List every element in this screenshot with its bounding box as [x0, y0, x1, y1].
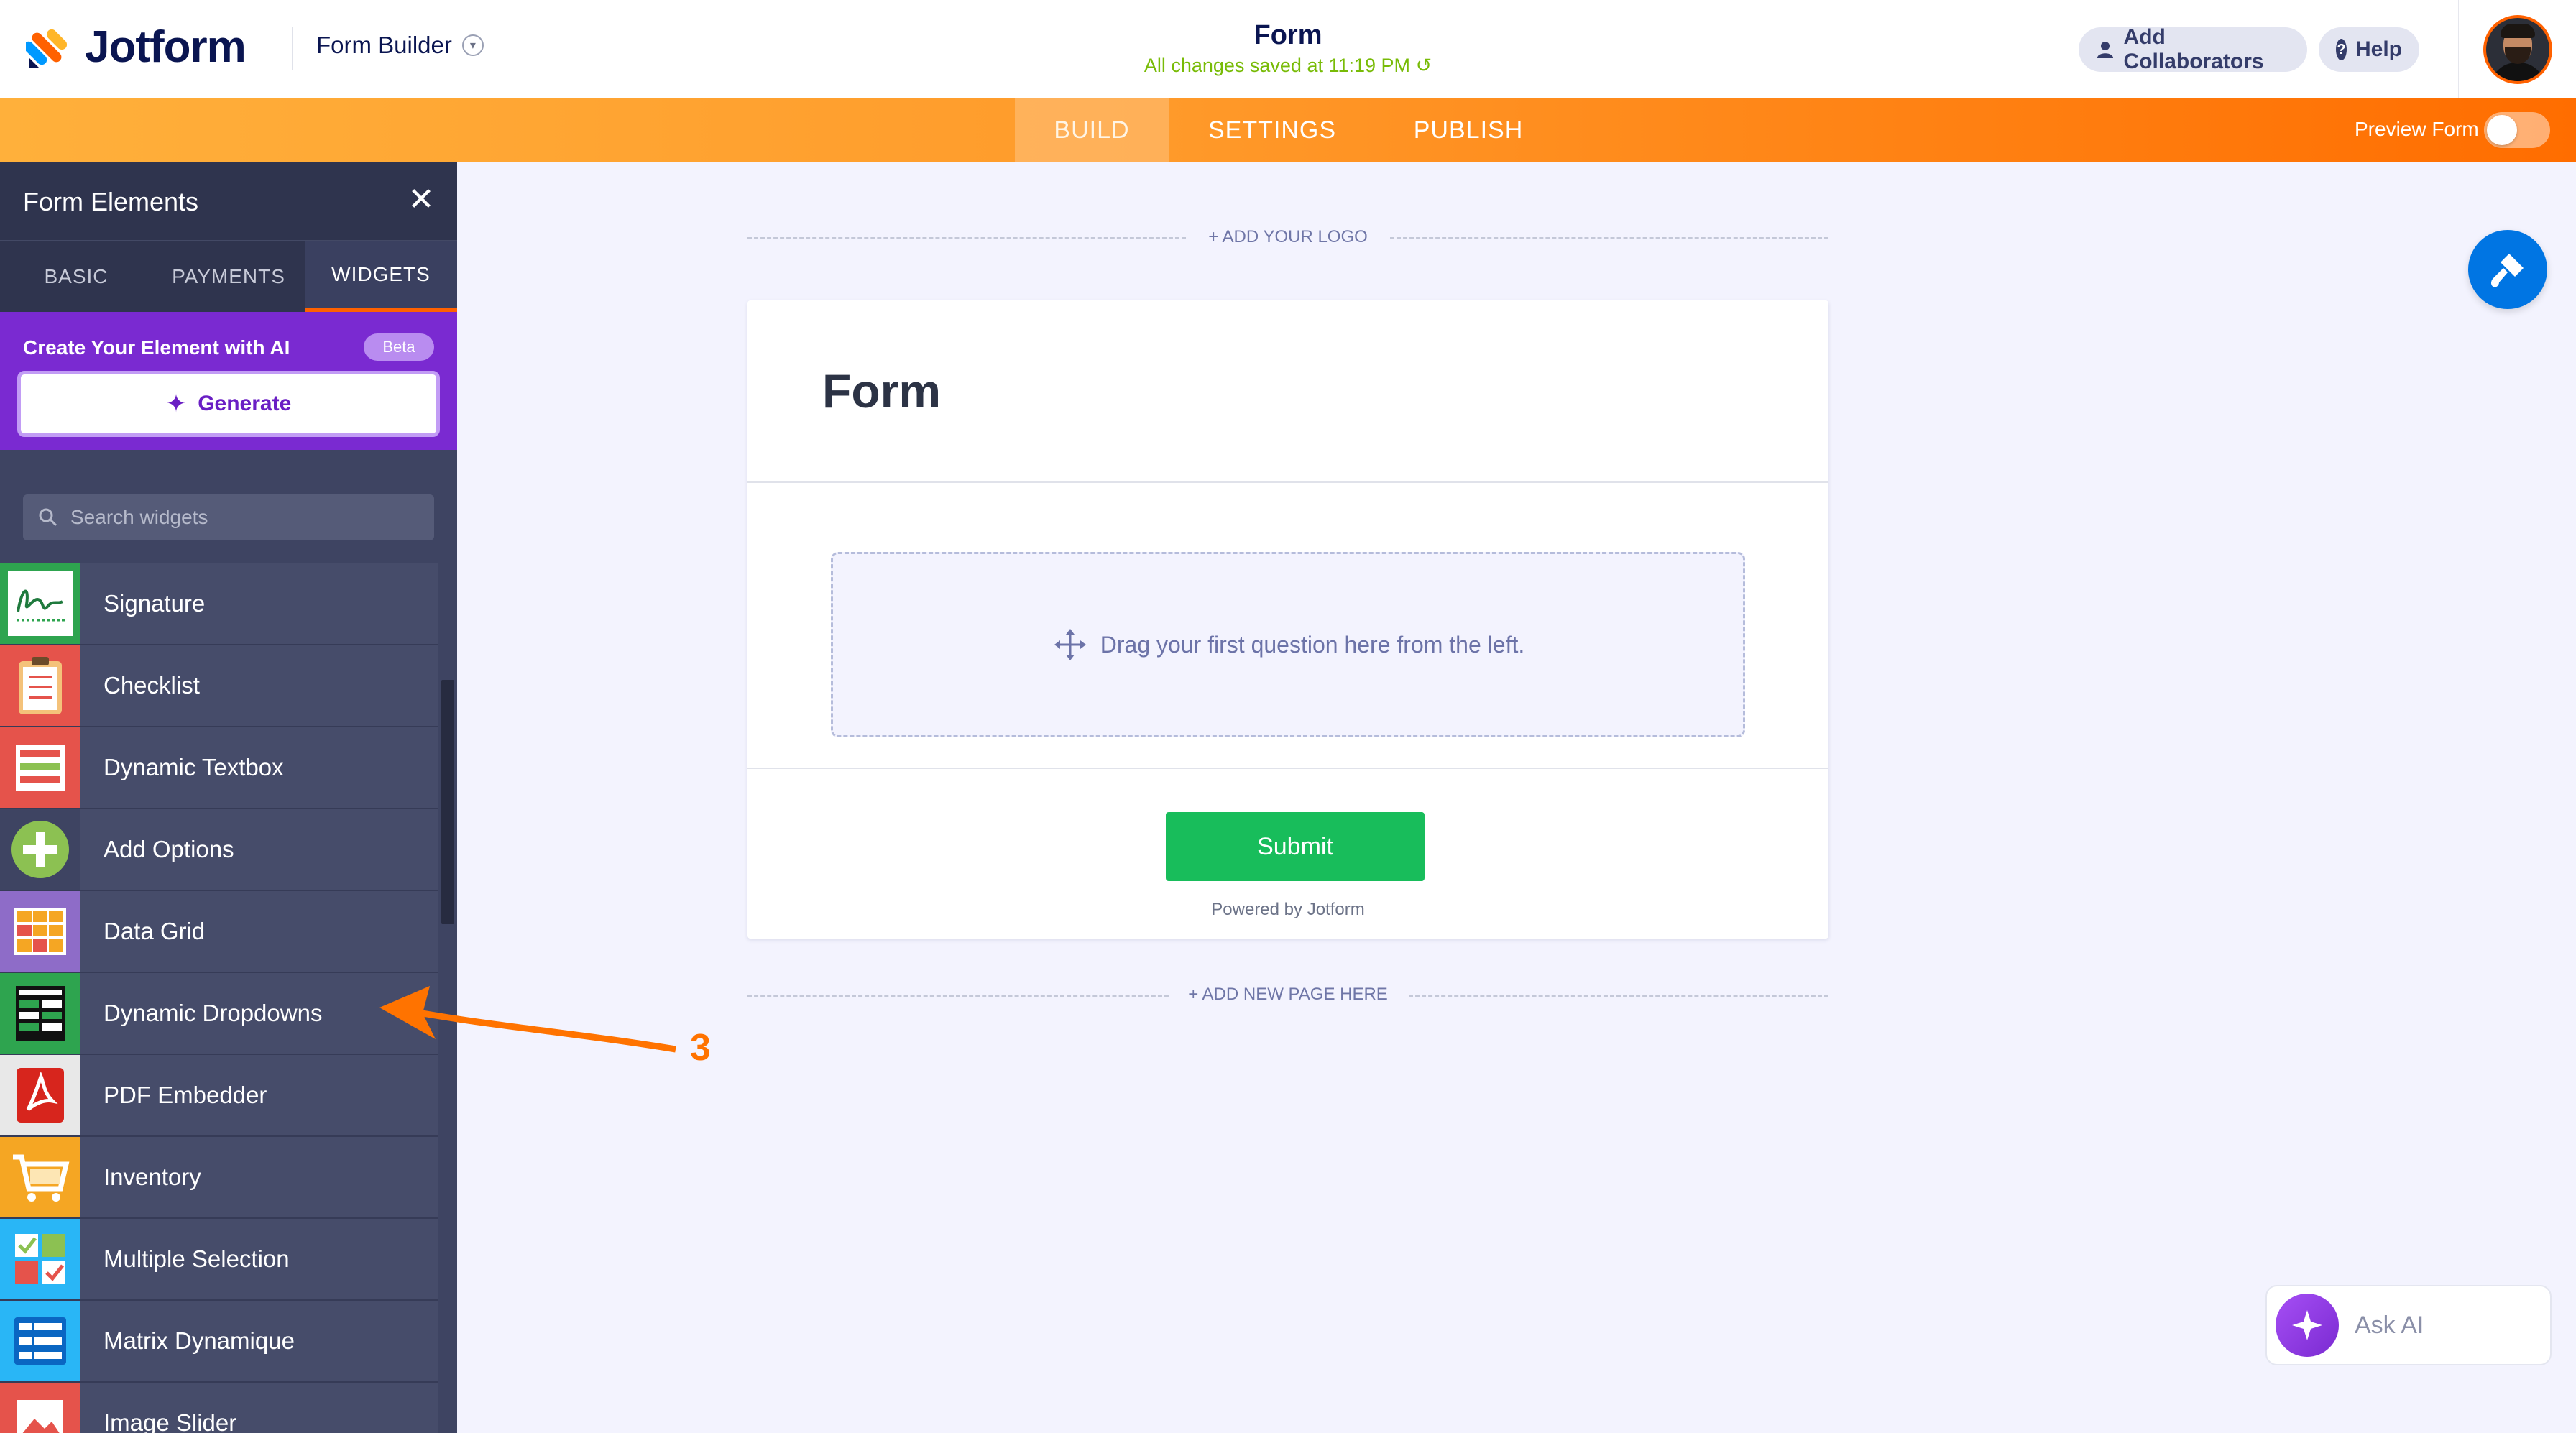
add-page-label: + ADD NEW PAGE HERE	[1188, 985, 1388, 1004]
image-slider-icon	[0, 1383, 80, 1433]
add-page-area[interactable]: + ADD NEW PAGE HERE	[748, 985, 1828, 1006]
widget-label: Data Grid	[104, 918, 206, 944]
scrollbar-thumb[interactable]	[441, 680, 454, 924]
panel-header: Form Elements ✕	[0, 162, 457, 240]
widget-label: Add Options	[104, 836, 234, 862]
clipboard-checklist-icon	[0, 645, 80, 726]
question-drop-zone[interactable]: Drag your first question here from the l…	[831, 552, 1745, 737]
preview-form-label: Preview Form	[2355, 118, 2479, 140]
toggle-knob	[2487, 115, 2517, 145]
plus-circle-icon	[0, 809, 80, 890]
widget-multiple-selection[interactable]: Multiple Selection	[0, 1219, 438, 1301]
help-button[interactable]: ? Help	[2319, 27, 2419, 72]
avatar[interactable]	[2483, 14, 2552, 84]
add-logo-area[interactable]: + ADD YOUR LOGO	[748, 227, 1828, 249]
refresh-icon: ↺	[1415, 55, 1432, 76]
preview-form-toggle[interactable]	[2484, 112, 2550, 148]
tab-basic[interactable]: BASIC	[0, 241, 152, 313]
widget-pdf-embedder[interactable]: PDF Embedder	[0, 1055, 438, 1137]
widget-matrix-dynamique[interactable]: Matrix Dynamique	[0, 1301, 438, 1383]
add-logo-label: + ADD YOUR LOGO	[1208, 227, 1368, 246]
ask-ai-label: Ask AI	[2355, 1311, 2424, 1339]
widget-add-options[interactable]: Add Options	[0, 809, 438, 891]
tab-settings[interactable]: SETTINGS	[1176, 98, 1368, 162]
widget-inventory[interactable]: Inventory	[0, 1137, 438, 1219]
ai-element-panel: Create Your Element with AI Beta ✦ Gener…	[0, 312, 457, 450]
ai-panel-title: Create Your Element with AI	[23, 336, 290, 359]
dropdown-table-icon	[0, 973, 80, 1054]
widget-label: Signature	[104, 590, 206, 617]
widget-dynamic-textbox[interactable]: Dynamic Textbox	[0, 727, 438, 809]
widget-label: PDF Embedder	[104, 1082, 267, 1108]
widget-label: Dynamic Dropdowns	[104, 1000, 323, 1026]
form-elements-panel: Form Elements ✕ BASIC PAYMENTS WIDGETS C…	[0, 162, 457, 1433]
help-label: Help	[2355, 37, 2402, 61]
form-card: Form Drag your first question here from …	[748, 300, 1828, 939]
widget-data-grid[interactable]: Data Grid	[0, 891, 438, 973]
widget-signature[interactable]: Signature	[0, 563, 438, 645]
search-widgets-input[interactable]: Search widgets	[23, 494, 434, 540]
tab-payments[interactable]: PAYMENTS	[152, 241, 305, 313]
tab-publish[interactable]: PUBLISH	[1386, 98, 1551, 162]
search-icon	[39, 508, 58, 527]
tab-build[interactable]: BUILD	[1015, 98, 1169, 162]
save-status-text: All changes saved at 11:19 PM	[1144, 55, 1411, 76]
tab-widgets[interactable]: WIDGETS	[305, 241, 457, 313]
generate-button[interactable]: ✦ Generate	[17, 371, 440, 437]
drop-hint: Drag your first question here from the l…	[1100, 631, 1525, 658]
widget-label: Dynamic Textbox	[104, 754, 284, 780]
signature-icon	[0, 563, 80, 644]
widget-label: Inventory	[104, 1164, 201, 1190]
grid-table-icon	[0, 891, 80, 972]
widget-label: Multiple Selection	[104, 1245, 290, 1272]
paint-roller-icon	[2491, 254, 2524, 287]
close-icon[interactable]: ✕	[407, 184, 436, 216]
question-icon: ?	[2336, 39, 2347, 60]
move-icon	[1054, 629, 1086, 660]
panel-title: Form Elements	[23, 187, 199, 216]
multi-check-icon	[0, 1219, 80, 1299]
form-designer-button[interactable]	[2468, 230, 2547, 309]
widget-dynamic-dropdowns[interactable]: Dynamic Dropdowns	[0, 973, 438, 1055]
widget-label: Checklist	[104, 672, 200, 699]
widget-label: Matrix Dynamique	[104, 1327, 295, 1354]
form-heading[interactable]: Form	[822, 364, 941, 418]
pdf-icon	[0, 1055, 80, 1135]
top-header: Jotform Form Builder ▾ Form All changes …	[0, 0, 2576, 98]
search-placeholder: Search widgets	[70, 506, 208, 528]
card-divider	[748, 481, 1828, 483]
sparkle-icon: ✦	[165, 390, 187, 418]
generate-label: Generate	[198, 392, 292, 415]
ask-ai-widget[interactable]: Ask AI	[2266, 1285, 2552, 1365]
powered-by: Powered by Jotform	[1211, 900, 1365, 919]
ai-sparkle-icon	[2276, 1294, 2339, 1357]
builder-nav: BUILD SETTINGS PUBLISH	[0, 98, 2576, 162]
widget-image-slider[interactable]: Image Slider	[0, 1383, 438, 1433]
beta-badge: Beta	[364, 333, 434, 361]
user-icon	[2096, 39, 2115, 60]
widget-label: Image Slider	[104, 1409, 237, 1433]
avatar-container	[2458, 0, 2576, 98]
submit-button[interactable]: Submit	[1166, 812, 1425, 881]
card-divider	[748, 768, 1828, 769]
textbox-lines-icon	[0, 727, 80, 808]
search-area: Search widgets	[0, 450, 457, 563]
widget-list: Signature Checklist Dynamic Textbox Add …	[0, 563, 438, 1433]
cart-icon	[0, 1137, 80, 1217]
widget-checklist[interactable]: Checklist	[0, 645, 438, 727]
add-collaborators-button[interactable]: Add Collaborators	[2079, 25, 2307, 73]
add-collaborators-label: Add Collaborators	[2123, 25, 2264, 73]
matrix-table-icon	[0, 1301, 80, 1381]
annotation-step-number: 3	[690, 1027, 711, 1069]
element-tabs: BASIC PAYMENTS WIDGETS	[0, 240, 457, 313]
